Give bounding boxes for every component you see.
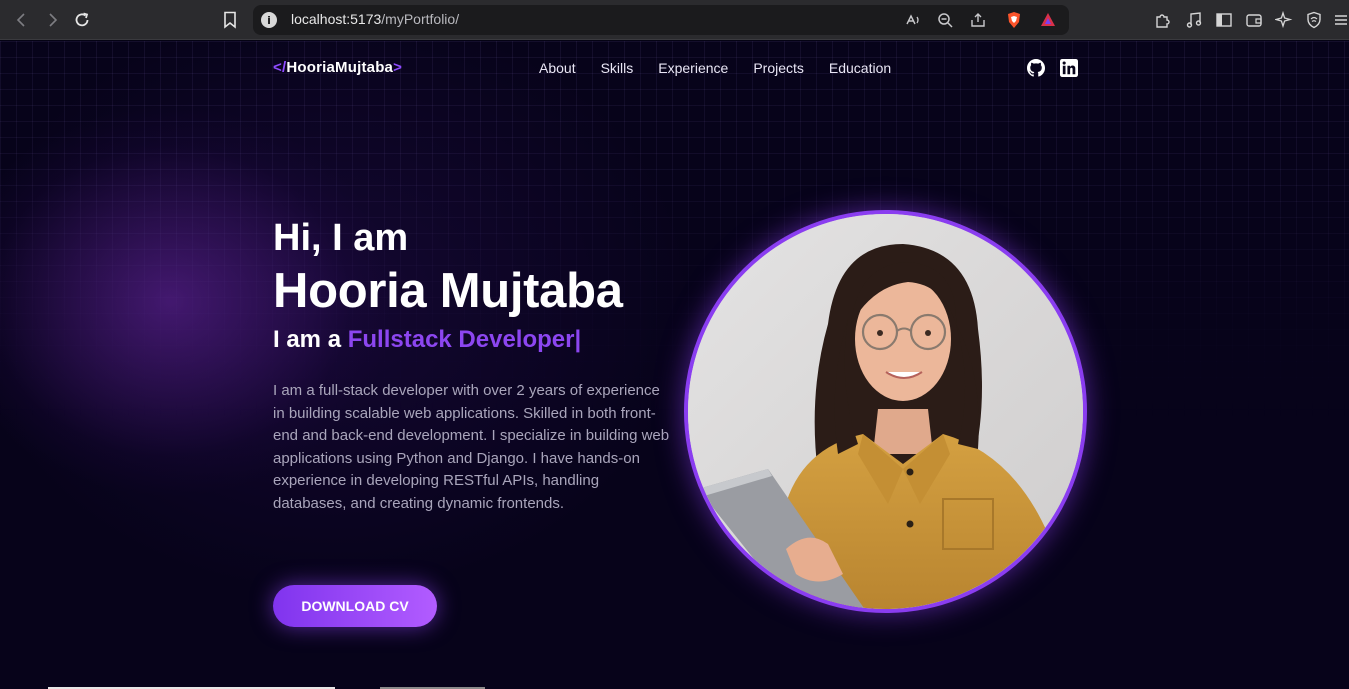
typed-role-text: Fullstack Developer| bbox=[347, 326, 582, 353]
address-bar[interactable]: i localhost:5173/myPortfolio/ bbox=[253, 5, 1069, 35]
nav-experience[interactable]: Experience bbox=[658, 60, 728, 76]
hero-name: Hooria Mujtaba bbox=[273, 264, 623, 318]
leo-ai-icon[interactable] bbox=[1274, 10, 1294, 30]
bookmark-icon[interactable] bbox=[218, 8, 242, 32]
main-nav: About Skills Experience Projects Educati… bbox=[539, 60, 891, 76]
brave-rewards-icon[interactable] bbox=[1039, 11, 1057, 29]
zoom-out-icon[interactable] bbox=[936, 11, 954, 29]
hero-role: I am a Fullstack Developer| bbox=[273, 326, 582, 353]
site-info-icon[interactable]: i bbox=[261, 12, 277, 28]
portfolio-page: </HooriaMujtaba> About Skills Experience… bbox=[0, 41, 1349, 689]
browser-toolbar: i localhost:5173/myPortfolio/ bbox=[0, 0, 1349, 40]
brave-shields-icon[interactable] bbox=[1005, 11, 1023, 29]
vpn-icon[interactable] bbox=[1304, 10, 1324, 30]
url-text[interactable]: localhost:5173/myPortfolio/ bbox=[291, 11, 459, 27]
nav-about[interactable]: About bbox=[539, 60, 576, 76]
read-aloud-icon[interactable] bbox=[904, 11, 922, 29]
reload-icon[interactable] bbox=[70, 8, 94, 32]
github-icon[interactable] bbox=[1027, 59, 1045, 77]
back-icon[interactable] bbox=[10, 8, 34, 32]
extensions-icon[interactable] bbox=[1153, 10, 1173, 30]
wallet-icon[interactable] bbox=[1244, 10, 1264, 30]
linkedin-icon[interactable] bbox=[1060, 59, 1078, 77]
hero-greeting: Hi, I am bbox=[273, 217, 409, 259]
background-grid bbox=[0, 41, 1349, 689]
share-icon[interactable] bbox=[969, 11, 987, 29]
nav-education[interactable]: Education bbox=[829, 60, 891, 76]
hero-bio: I am a full-stack developer with over 2 … bbox=[273, 382, 670, 512]
menu-icon[interactable] bbox=[1331, 10, 1349, 30]
sidebar-icon[interactable] bbox=[1214, 10, 1234, 30]
download-cv-button[interactable]: DOWNLOAD CV bbox=[273, 585, 437, 627]
nav-skills[interactable]: Skills bbox=[601, 60, 634, 76]
site-logo[interactable]: </HooriaMujtaba> bbox=[273, 59, 402, 76]
profile-photo bbox=[684, 210, 1087, 613]
media-icon[interactable] bbox=[1184, 10, 1204, 30]
forward-icon[interactable] bbox=[40, 8, 64, 32]
nav-projects[interactable]: Projects bbox=[753, 60, 804, 76]
